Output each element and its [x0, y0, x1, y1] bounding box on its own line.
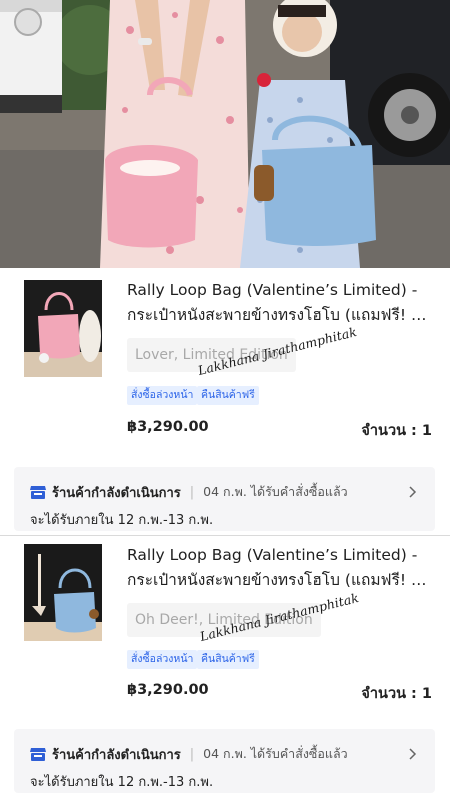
product-name-line2: กระเป๋าหนังสะพายข้างทรงโฮโบ (แถมฟรี! Bag…: [127, 571, 432, 589]
status-title: ร้านค้ากำลังดำเนินการ: [52, 485, 181, 501]
status-date: 04 ก.พ. ได้รับคำสั่งซื้อแล้ว: [203, 746, 348, 761]
price: ฿3,290.00: [127, 419, 209, 435]
chevron-right-icon[interactable]: [407, 483, 419, 501]
chevron-right-icon[interactable]: [407, 745, 419, 763]
product-name[interactable]: Rally Loop Bag (Valentine’s Limited) - ก…: [127, 543, 432, 593]
product-name[interactable]: Rally Loop Bag (Valentine’s Limited) - ก…: [127, 278, 432, 328]
order-status-box[interactable]: ร้านค้ากำลังดำเนินการ | 04 ก.พ. ได้รับคำ…: [14, 729, 435, 793]
quantity-label: จำนวน : 1: [361, 686, 432, 702]
order-status-box[interactable]: ร้านค้ากำลังดำเนินการ | 04 ก.พ. ได้รับคำ…: [14, 467, 435, 531]
status-date: 04 ก.พ. ได้รับคำสั่งซื้อแล้ว: [203, 484, 348, 499]
preorder-tag: สั่งซื้อล่วงหน้า: [127, 650, 198, 669]
product-name-line1: Rally Loop Bag (Valentine’s Limited) -: [127, 546, 418, 564]
order-card-2[interactable]: Rally Loop Bag (Valentine’s Limited) - ก…: [0, 536, 450, 800]
product-name-line1: Rally Loop Bag (Valentine’s Limited) -: [127, 281, 418, 299]
hero-photo: [0, 0, 450, 268]
store-icon: [30, 747, 46, 761]
delivery-eta: จะได้รับภายใน 12 ก.พ.-13 ก.พ.: [30, 513, 214, 528]
preorder-tag: สั่งซื้อล่วงหน้า: [127, 386, 198, 405]
status-separator: |: [189, 746, 195, 762]
status-separator: |: [189, 484, 195, 500]
free-return-tag: คืนสินค้าฟรี: [197, 650, 259, 669]
product-thumbnail[interactable]: [24, 544, 102, 641]
free-return-tag: คืนสินค้าฟรี: [197, 386, 259, 405]
status-title: ร้านค้ากำลังดำเนินการ: [52, 747, 181, 763]
quantity-label: จำนวน : 1: [361, 423, 432, 439]
product-name-line2: กระเป๋าหนังสะพายข้างทรงโฮโบ (แถมฟรี! Ba…: [127, 306, 432, 324]
price: ฿3,290.00: [127, 682, 209, 698]
product-thumbnail[interactable]: [24, 280, 102, 377]
order-card-1[interactable]: Rally Loop Bag (Valentine’s Limited) - ก…: [0, 268, 450, 535]
store-icon: [30, 485, 46, 499]
delivery-eta: จะได้รับภายใน 12 ก.พ.-13 ก.พ.: [30, 775, 214, 790]
